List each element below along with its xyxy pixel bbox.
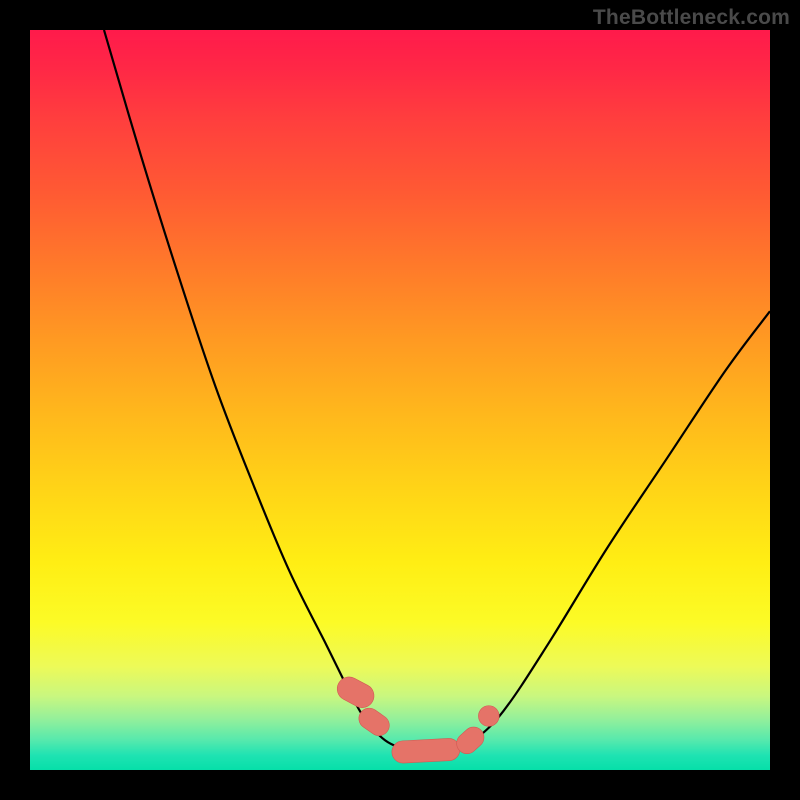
- marker-dot: [478, 706, 499, 727]
- marker-capsule: [333, 673, 378, 712]
- plot-area: [30, 30, 770, 770]
- watermark-text: TheBottleneck.com: [593, 6, 790, 30]
- marker-capsule: [355, 704, 394, 740]
- markers-group: [333, 673, 499, 764]
- chart-frame: TheBottleneck.com: [0, 0, 800, 800]
- marker-capsule: [391, 738, 460, 764]
- optimal-range-markers: [30, 30, 770, 770]
